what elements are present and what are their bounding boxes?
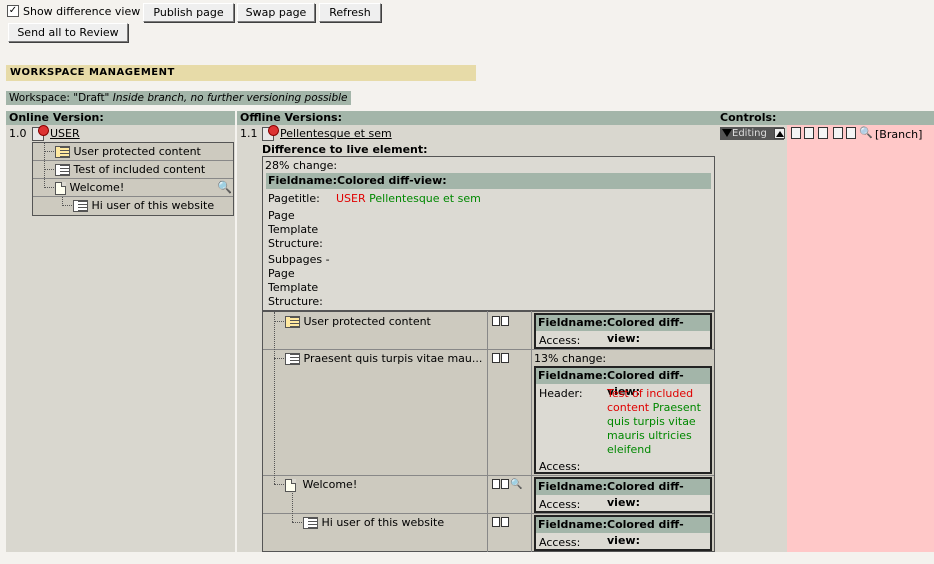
edit-icon[interactable] <box>492 314 510 327</box>
send-all-to-review-button[interactable]: Send all to Review <box>8 23 128 42</box>
change-percent: 13% change: <box>534 352 607 365</box>
show-diff-checkbox[interactable]: ✓ <box>7 5 19 17</box>
controls-column <box>717 125 787 552</box>
page-root-icon[interactable] <box>262 125 279 141</box>
page-icon[interactable] <box>833 127 843 139</box>
trash-icon[interactable] <box>818 127 828 139</box>
history-icon[interactable] <box>846 127 856 139</box>
content-element-icon <box>55 164 70 176</box>
offline-root-title[interactable]: Pellentesque et sem <box>280 127 392 140</box>
content-element-icon <box>285 353 300 365</box>
sub-diff-table: Fieldname: Colored diff-view: Header: Te… <box>534 366 712 474</box>
workspace-label: Workspace: "Draft" Inside branch, no fur… <box>6 91 351 105</box>
content-element-icon <box>73 200 88 212</box>
publish-page-button[interactable]: Publish page <box>143 3 234 22</box>
content-element-icon <box>303 517 318 529</box>
sub-diff-table: Fieldname: Colored diff-view: Access: <box>534 515 712 551</box>
diff-heading: Difference to live element: <box>262 143 428 156</box>
refresh-button[interactable]: Refresh <box>319 3 381 22</box>
magnifier-icon[interactable]: 🔍 <box>217 180 232 194</box>
offline-versions-header: Offline Versions: <box>237 111 717 125</box>
workspace-management-header: WORKSPACE MANAGEMENT <box>6 65 476 81</box>
main-diff-box: 28% change: Fieldname: Colored diff-view… <box>262 156 715 311</box>
list-item[interactable]: Hi user of this website <box>73 197 214 214</box>
offline-version-number: 1.1 <box>240 127 258 140</box>
online-version-number: 1.0 <box>9 127 27 140</box>
list-item[interactable]: User protected content <box>285 313 431 330</box>
page-icon <box>55 181 66 195</box>
swap-icon[interactable] <box>804 127 814 139</box>
list-item[interactable]: Welcome! <box>285 476 357 493</box>
swap-left-icon[interactable] <box>791 127 801 139</box>
online-root-title[interactable]: USER <box>50 127 80 140</box>
edit-icon[interactable] <box>492 351 510 364</box>
stage-down-icon[interactable] <box>722 129 732 137</box>
branch-label: [Branch] <box>875 128 923 141</box>
online-version-header: Online Version: <box>6 111 235 125</box>
list-item[interactable]: Test of included content <box>55 161 205 178</box>
page-icon <box>285 478 296 492</box>
swap-page-button[interactable]: Swap page <box>237 3 315 22</box>
content-element-icon <box>285 316 300 328</box>
list-item[interactable]: User protected content <box>55 143 201 160</box>
edit-icon[interactable] <box>492 515 510 528</box>
controls-header: Controls: <box>717 111 934 125</box>
sub-diff-table: Fieldname: Colored diff-view: Access: <box>534 477 712 513</box>
stage-up-icon[interactable] <box>774 128 785 139</box>
controls-highlight <box>787 125 934 552</box>
list-item[interactable]: Welcome! <box>55 179 124 196</box>
show-diff-label: Show difference view <box>23 5 141 18</box>
sub-diff-table: Fieldname: Colored diff-view: Access: <box>534 313 712 349</box>
content-element-icon <box>55 146 70 158</box>
page-root-icon[interactable] <box>32 125 49 141</box>
list-item[interactable]: Hi user of this website <box>303 514 444 531</box>
list-item[interactable]: Praesent quis turpis vitae mau... <box>285 350 482 367</box>
page-actions-icon[interactable]: 🔍 <box>492 477 522 490</box>
magnifier-icon[interactable]: 🔍 <box>859 126 873 139</box>
